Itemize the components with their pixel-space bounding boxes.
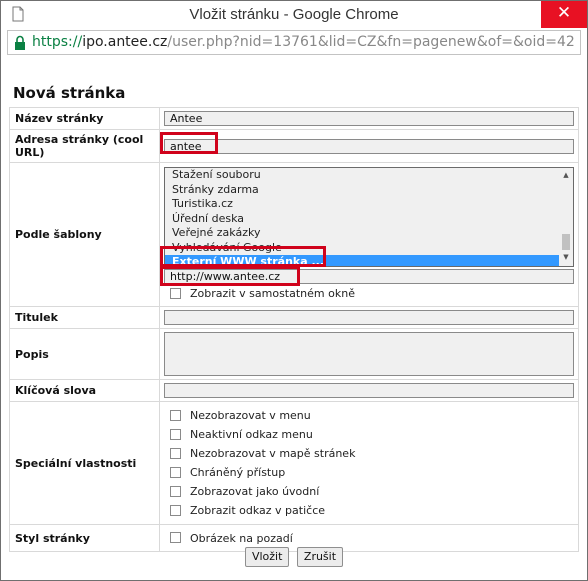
browser-window: Vložit stránku - Google Chrome ✕ https:/… — [0, 0, 588, 581]
template-option-selected[interactable]: Externí WWW stránka ... — [165, 255, 573, 266]
listbox-scrollbar[interactable]: ▲ ▼ — [559, 168, 573, 266]
special-option-row[interactable]: Zobrazovat jako úvodní — [164, 482, 574, 501]
page-content: Nová stránka Název stránky Antee Adresa … — [5, 59, 583, 579]
page-title: Nová stránka — [13, 84, 126, 102]
special-checkbox[interactable] — [170, 409, 181, 421]
template-option[interactable]: Úřední deska — [165, 212, 573, 227]
special-option-label: Nezobrazovat v mapě stránek — [190, 447, 356, 460]
template-option[interactable]: Stažení souboru — [165, 168, 573, 183]
close-button[interactable]: ✕ — [541, 1, 587, 28]
special-option-label: Chráněný přístup — [190, 466, 286, 479]
url-host: ipo.antee.cz — [82, 34, 168, 50]
new-window-row[interactable]: Zobrazit v samostatném okně — [164, 284, 574, 303]
scroll-up-icon[interactable]: ▲ — [561, 171, 571, 181]
style-option-label: Obrázek na pozadí — [190, 531, 293, 545]
special-checkbox[interactable] — [170, 466, 181, 478]
titulek-field[interactable] — [164, 310, 574, 325]
template-option[interactable]: Stránky zdarma — [165, 183, 573, 198]
titulek-label: Titulek — [9, 306, 160, 329]
external-url-field[interactable]: http://www.antee.cz — [164, 269, 574, 284]
special-option-row[interactable]: Nezobrazovat v menu — [164, 406, 574, 425]
special-checkbox[interactable] — [170, 504, 181, 516]
new-window-checkbox[interactable] — [170, 287, 181, 299]
address-bar[interactable]: https://ipo.antee.cz/user.php?nid=13761&… — [7, 30, 581, 55]
special-checkbox[interactable] — [170, 447, 181, 459]
url-path: /user.php?nid=13761&lid=CZ&fn=pagenew&of… — [167, 34, 575, 50]
url-label: Adresa stránky (cool URL) — [9, 129, 160, 163]
popis-label: Popis — [9, 328, 160, 380]
lock-icon — [13, 35, 27, 51]
special-option-row[interactable]: Nezobrazovat v mapě stránek — [164, 444, 574, 463]
keywords-label: Klíčová slova — [9, 379, 160, 402]
window-title: Vložit stránku - Google Chrome — [189, 6, 399, 23]
close-icon: ✕ — [556, 3, 572, 23]
special-option-label: Zobrazit odkaz v patičce — [190, 504, 326, 517]
special-label: Speciální vlastnosti — [9, 401, 160, 525]
popis-textarea[interactable] — [164, 332, 574, 376]
name-label: Název stránky — [9, 107, 160, 130]
special-checkbox[interactable] — [170, 428, 181, 440]
page-form: Název stránky Antee Adresa stránky (cool… — [9, 107, 579, 552]
form-buttons: Vložit Zrušit — [5, 547, 583, 567]
keywords-field[interactable] — [164, 383, 574, 398]
insert-button[interactable]: Vložit — [244, 547, 290, 567]
name-field[interactable]: Antee — [164, 111, 574, 126]
new-window-label: Zobrazit v samostatném okně — [190, 287, 355, 300]
url-text[interactable]: https://ipo.antee.cz/user.php?nid=13761&… — [32, 34, 575, 50]
cool-url-field[interactable]: antee — [164, 138, 574, 154]
special-option-row[interactable]: Chráněný přístup — [164, 463, 574, 482]
special-option-label: Neaktivní odkaz menu — [190, 428, 313, 441]
title-bar[interactable]: Vložit stránku - Google Chrome ✕ — [1, 1, 587, 28]
special-checkbox[interactable] — [170, 485, 181, 497]
cancel-button[interactable]: Zrušit — [296, 547, 344, 567]
template-option[interactable]: Turistika.cz — [165, 197, 573, 212]
template-option[interactable]: Veřejné zakázky — [165, 226, 573, 241]
template-label: Podle šablony — [9, 162, 160, 307]
scroll-thumb[interactable] — [562, 234, 570, 250]
style-option-row[interactable]: Obrázek na pozadí — [164, 529, 574, 548]
special-option-label: Nezobrazovat v menu — [190, 409, 311, 422]
special-option-label: Zobrazovat jako úvodní — [190, 485, 320, 498]
url-scheme: https:// — [32, 34, 83, 50]
style-checkbox[interactable] — [170, 532, 181, 543]
template-listbox[interactable]: Stažení souboru Stránky zdarma Turistika… — [164, 167, 574, 267]
special-option-row[interactable]: Zobrazit odkaz v patičce — [164, 501, 574, 520]
special-option-row[interactable]: Neaktivní odkaz menu — [164, 425, 574, 444]
template-option[interactable]: Vyhledávání Google — [165, 241, 573, 256]
scroll-down-icon[interactable]: ▼ — [561, 253, 571, 263]
